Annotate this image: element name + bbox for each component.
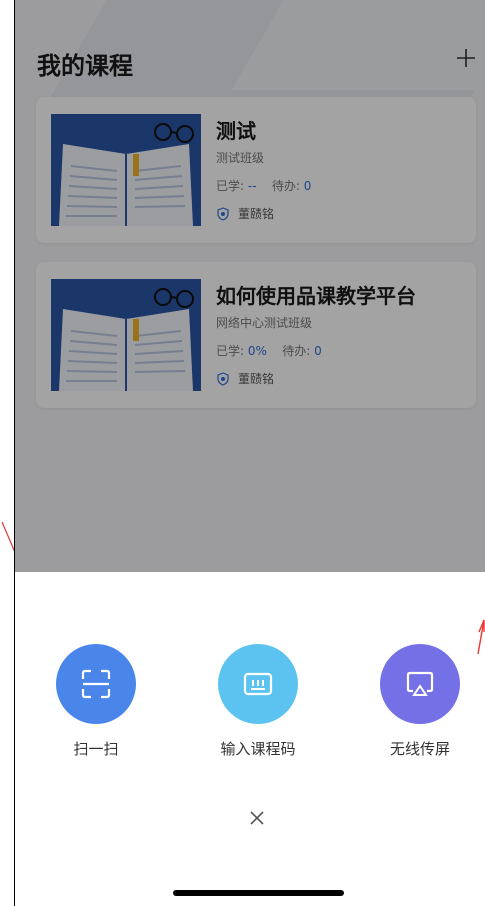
close-icon[interactable] <box>245 806 269 830</box>
screen-cast-icon <box>406 671 434 696</box>
enter-course-code-button[interactable]: 输入课程码 <box>198 644 318 759</box>
enter-course-code-label: 输入课程码 <box>220 740 296 758</box>
scan-label: 扫一扫 <box>73 740 119 758</box>
code-input-icon <box>243 672 273 696</box>
action-sheet: 扫一扫 输入课程码 无线传屏 <box>15 572 485 906</box>
scan-icon <box>81 669 111 699</box>
scan-button[interactable]: 扫一扫 <box>36 644 156 759</box>
home-indicator <box>173 890 344 896</box>
modal-overlay[interactable] <box>15 0 485 572</box>
annotation-arrow-right <box>477 619 485 655</box>
phone-screen: 我的课程 测试 测试班级 已学: -- 待办: 0 董赜铭 如何使用品课教学平台… <box>14 0 485 906</box>
screen-cast-button[interactable]: 无线传屏 <box>360 644 480 759</box>
screen-cast-circle[interactable] <box>380 644 460 724</box>
scan-circle[interactable] <box>56 644 136 724</box>
code-input-circle[interactable] <box>218 644 298 724</box>
screen-cast-label: 无线传屏 <box>389 740 450 758</box>
